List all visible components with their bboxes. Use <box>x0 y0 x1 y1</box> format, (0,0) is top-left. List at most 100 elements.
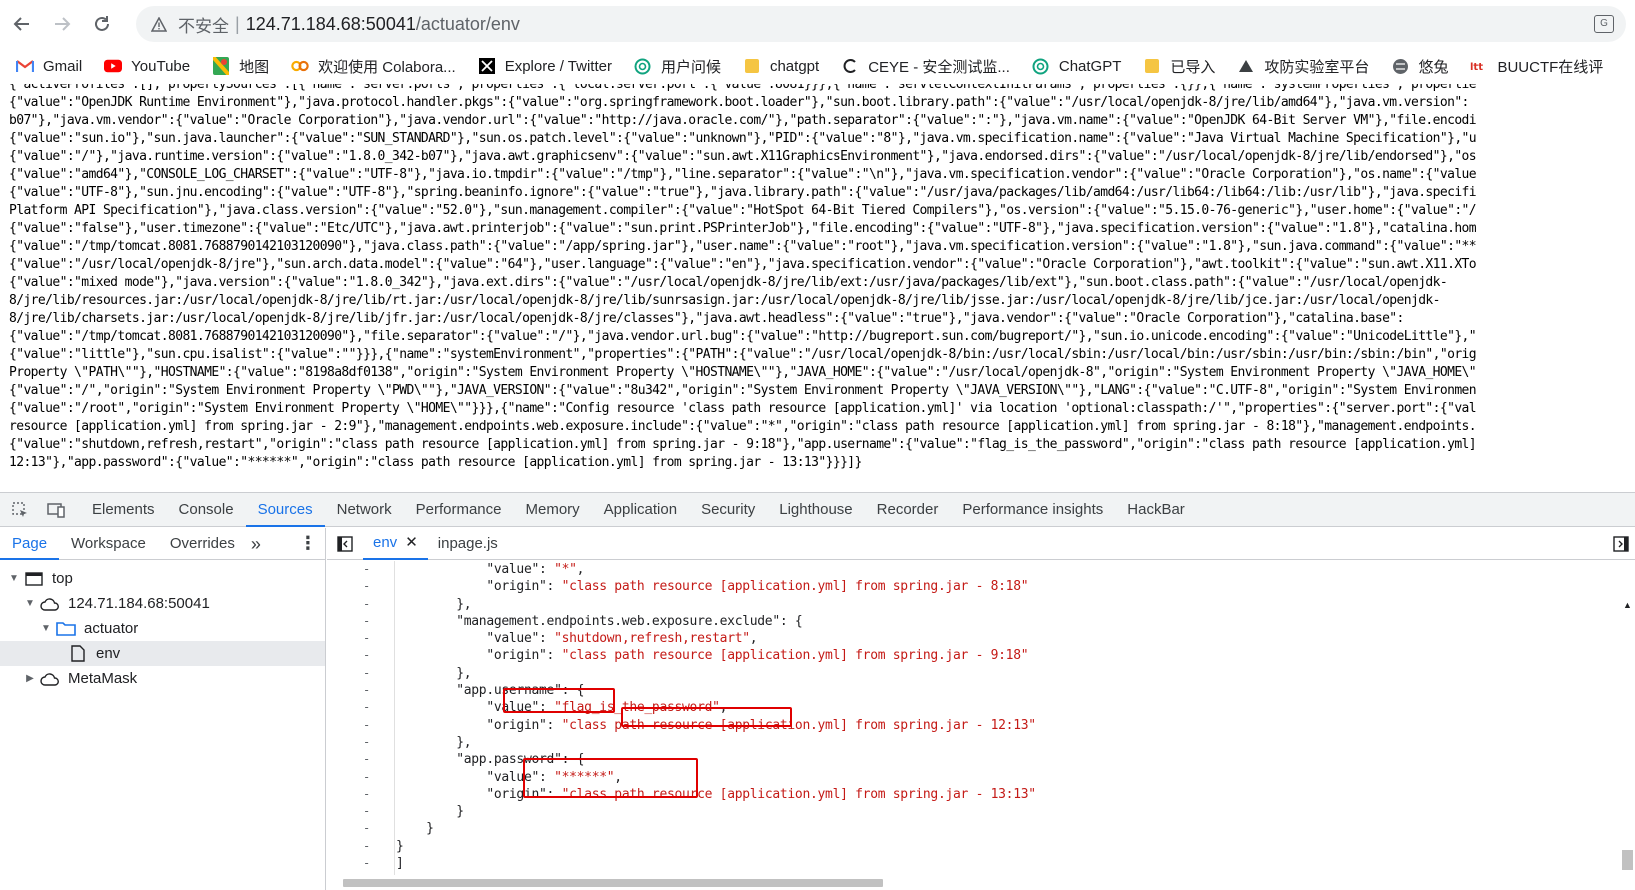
gutter-mark[interactable]: - <box>327 820 394 837</box>
tree-item-top[interactable]: ▼ top <box>0 566 325 591</box>
file-tab-env[interactable]: env ✕ <box>363 528 428 560</box>
code-line[interactable]: "origin": "class path resource [applicat… <box>396 717 1616 734</box>
bookmark-item[interactable]: 用户问候 <box>634 56 721 77</box>
punct-token <box>396 648 486 663</box>
devtools-tab-bar: Elements Console Sources Network Performance… <box>0 493 1635 527</box>
line-gutter[interactable]: ------------------ <box>327 561 395 875</box>
gutter-mark[interactable]: - <box>327 647 394 664</box>
gutter-mark[interactable]: - <box>327 803 394 820</box>
tab-overrides[interactable]: Overrides <box>158 528 247 560</box>
bookmark-item[interactable]: ltt BUUCTF在线评 <box>1470 56 1603 77</box>
translate-icon[interactable]: G <box>1594 15 1614 33</box>
bookmark-item[interactable]: 已导入 <box>1143 56 1215 77</box>
devtools-tab-elements[interactable]: Elements <box>80 493 167 527</box>
forward-button[interactable] <box>44 6 80 42</box>
sources-navigator: Page Workspace Overrides » ⋮ ▼ top ▼ 124… <box>0 528 326 890</box>
key-token: "origin" <box>486 717 547 733</box>
bookmark-item[interactable]: 地图 <box>212 56 269 77</box>
gutter-mark[interactable]: - <box>327 630 394 647</box>
bookmark-item[interactable]: 悠兔 <box>1391 56 1448 77</box>
warning-icon[interactable] <box>150 15 168 33</box>
devtools-tab-performance[interactable]: Performance <box>404 493 514 527</box>
scroll-up-icon[interactable]: ▲ <box>1623 600 1632 610</box>
address-bar[interactable]: 不安全 | 124.71.184.68:50041/actuator/env G <box>136 6 1626 42</box>
gutter-mark[interactable]: - <box>327 699 394 716</box>
tab-page[interactable]: Page <box>0 528 60 560</box>
scrollbar-thumb[interactable] <box>1622 850 1633 870</box>
devtools-tab-recorder[interactable]: Recorder <box>865 493 951 527</box>
bookmark-item[interactable]: Explore / Twitter <box>478 57 612 75</box>
code-line[interactable]: "value": "*", <box>396 561 1616 578</box>
devtools-tab-network[interactable]: Network <box>325 493 404 527</box>
gutter-mark[interactable]: - <box>327 855 394 872</box>
code-line[interactable]: "value": "shutdown,refresh,restart", <box>396 630 1616 647</box>
devtools-tab-lighthouse[interactable]: Lighthouse <box>767 493 864 527</box>
bookmark-item[interactable]: Gmail <box>16 57 82 75</box>
file-tab-inpage[interactable]: inpage.js <box>428 528 508 560</box>
vertical-scrollbar[interactable]: ▲ ▼ <box>1620 594 1635 875</box>
bookmark-item[interactable]: 攻防实验室平台 <box>1237 56 1369 77</box>
code-line[interactable]: } <box>396 838 1616 855</box>
gutter-mark[interactable]: - <box>327 665 394 682</box>
scrollbar-thumb[interactable] <box>343 879 883 887</box>
maps-icon <box>212 57 230 75</box>
code-line[interactable]: ] <box>396 855 1616 872</box>
bookmark-item[interactable]: ChatGPT <box>1032 57 1122 75</box>
device-toolbar-button[interactable] <box>40 494 72 526</box>
devtools-tab-security[interactable]: Security <box>689 493 767 527</box>
code-area[interactable]: ------------------ "value": "*", "origin… <box>327 561 1635 875</box>
devtools-tab-sources[interactable]: Sources <box>245 493 325 527</box>
devtools-tab-memory[interactable]: Memory <box>514 493 592 527</box>
gutter-mark[interactable]: - <box>327 717 394 734</box>
gutter-mark[interactable]: - <box>327 786 394 803</box>
code-line[interactable]: } <box>396 820 1616 837</box>
code-line[interactable]: } <box>396 803 1616 820</box>
gutter-mark[interactable]: - <box>327 578 394 595</box>
tab-workspace[interactable]: Workspace <box>59 528 158 560</box>
toggle-debugger-button[interactable] <box>1613 536 1629 556</box>
string-token: "shutdown,refresh,restart" <box>554 631 750 647</box>
gutter-mark[interactable]: - <box>327 769 394 786</box>
tree-item-host[interactable]: ▼ 124.71.184.68:50041 <box>0 591 325 616</box>
devtools-tab-performance-insights[interactable]: Performance insights <box>950 493 1115 527</box>
tree-item-env[interactable]: env <box>0 641 325 666</box>
code-line[interactable]: "origin": "class path resource [applicat… <box>396 647 1616 664</box>
bookmark-item[interactable]: YouTube <box>104 57 190 75</box>
json-line: {"value":"sun.io"},"sun.java.launcher":{… <box>9 131 1477 146</box>
bookmark-label: YouTube <box>131 57 191 75</box>
gutter-mark[interactable]: - <box>327 838 394 855</box>
json-line: {"value":"UTF-8"},"sun.jnu.encoding":{"v… <box>9 185 1477 200</box>
tree-item-metamask[interactable]: ▶ MetaMask <box>0 666 325 691</box>
bookmark-item[interactable]: chatgpt <box>743 57 819 75</box>
code-line[interactable]: "origin": "class path resource [applicat… <box>396 578 1616 595</box>
kebab-menu-icon[interactable]: ⋮ <box>299 533 317 554</box>
more-tabs-button[interactable]: » <box>247 528 265 560</box>
arrow-right-icon <box>55 17 71 31</box>
gutter-mark[interactable]: - <box>327 596 394 613</box>
gutter-mark[interactable]: - <box>327 613 394 630</box>
bookmark-label: ChatGPT <box>1058 57 1122 75</box>
code-line[interactable]: "management.endpoints.web.exposure.exclu… <box>396 613 1616 630</box>
tree-item-actuator[interactable]: ▼ actuator <box>0 616 325 641</box>
devtools-tab-console[interactable]: Console <box>167 493 246 527</box>
gutter-mark[interactable]: - <box>327 734 394 751</box>
gutter-mark[interactable]: - <box>327 682 394 699</box>
reload-button[interactable] <box>84 6 120 42</box>
gutter-mark[interactable]: - <box>327 561 394 578</box>
code-line[interactable]: }, <box>396 734 1616 751</box>
gutter-mark[interactable]: - <box>327 751 394 768</box>
collapsed-triangle-icon: ▶ <box>26 673 34 684</box>
devtools-tab-application[interactable]: Application <box>592 493 689 527</box>
code-lines[interactable]: "value": "*", "origin": "class path reso… <box>396 561 1616 875</box>
code-line[interactable]: }, <box>396 665 1616 682</box>
horizontal-scrollbar[interactable] <box>327 875 1635 890</box>
devtools-tab-hackbar[interactable]: HackBar <box>1115 493 1197 527</box>
bookmark-item[interactable]: CEYE - 安全测试监... <box>841 56 1010 77</box>
toggle-navigator-button[interactable] <box>327 535 363 552</box>
close-icon[interactable]: ✕ <box>405 527 418 559</box>
code-line[interactable]: }, <box>396 596 1616 613</box>
inspect-element-button[interactable] <box>4 494 36 526</box>
svg-text:ltt: ltt <box>1470 62 1483 72</box>
back-button[interactable] <box>4 6 40 42</box>
bookmark-item[interactable]: 欢迎使用 Colabora... <box>291 56 456 77</box>
